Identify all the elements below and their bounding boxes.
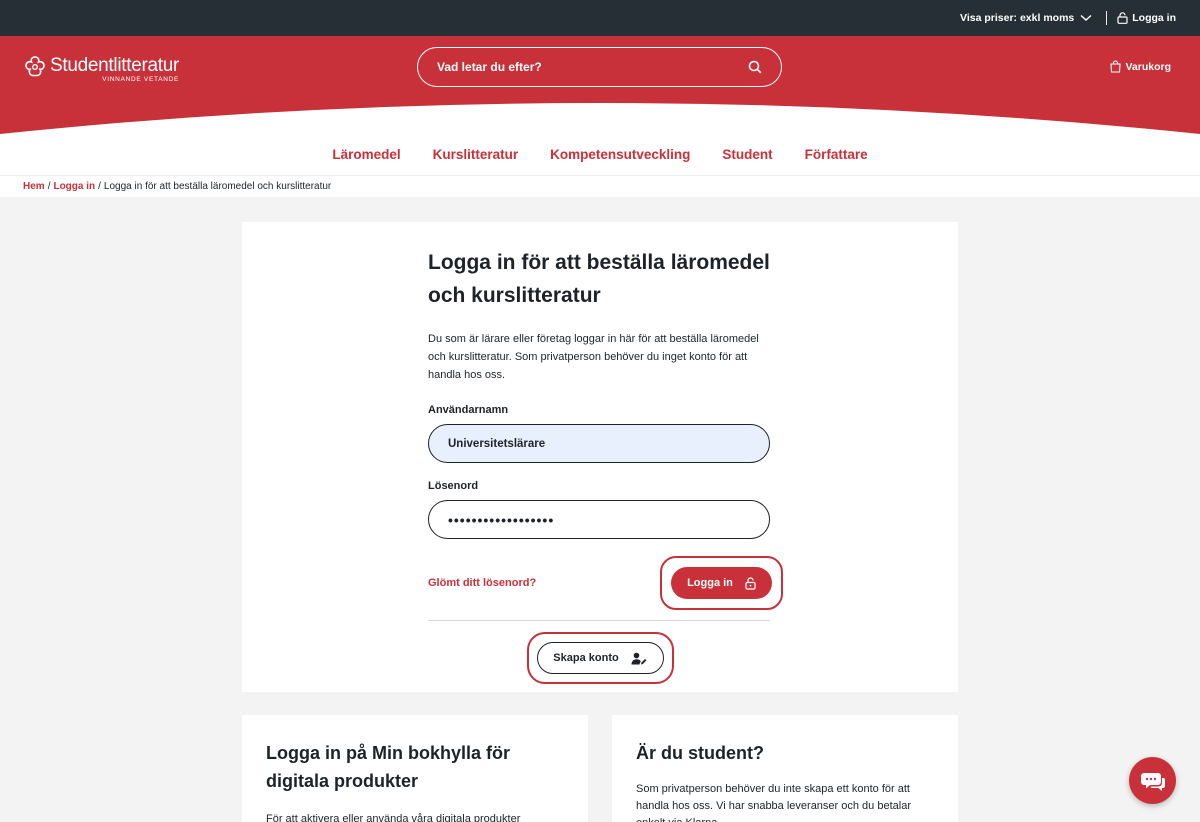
login-actions: Glömt ditt lösenord? Logga in <box>428 556 783 610</box>
site-logo[interactable]: Studentlitteratur VINNANDE VETANDE <box>23 55 179 83</box>
cart-link[interactable]: Varukorg <box>1110 60 1171 73</box>
top-bar: Visa priser: exkl moms Logga in <box>0 0 1200 36</box>
login-intro: Du som är lärare eller företag loggar in… <box>428 333 759 381</box>
login-title: Logga in för att beställa läromedel och … <box>428 251 770 307</box>
password-field[interactable]: •••••••••••••••••• <box>428 500 770 539</box>
chat-button[interactable] <box>1129 757 1176 804</box>
breadcrumb-login[interactable]: Logga in <box>53 181 95 192</box>
breadcrumb-separator: / <box>98 181 101 192</box>
lock-icon <box>1117 12 1128 24</box>
login-button-label: Logga in <box>687 577 733 589</box>
nav-laromedel[interactable]: Läromedel <box>332 147 400 162</box>
logo-tagline: VINNANDE VETANDE <box>102 76 180 83</box>
login-card: Logga in för att beställa läromedel och … <box>242 222 958 692</box>
form-divider <box>428 620 770 621</box>
shopping-bag-icon <box>1110 60 1122 73</box>
top-login-label: Logga in <box>1132 12 1176 24</box>
create-button-highlight: Skapa konto <box>526 632 674 684</box>
top-login-link[interactable]: Logga in <box>1117 12 1176 24</box>
chevron-down-icon <box>1080 14 1092 21</box>
username-label: Användarnamn <box>428 404 509 416</box>
cart-label: Varukorg <box>1125 60 1171 73</box>
student-title: Är du student? <box>636 743 764 763</box>
create-account-button[interactable]: Skapa konto <box>536 642 664 674</box>
site-header: Studentlitteratur VINNANDE VETANDE Vad l… <box>0 36 1200 134</box>
nav-kurslitteratur[interactable]: Kurslitteratur <box>433 147 519 162</box>
min-bokhylla-title: Logga in på Min bokhylla för digitala pr… <box>266 743 511 791</box>
min-bokhylla-card: Logga in på Min bokhylla för digitala pr… <box>242 715 588 822</box>
search-icon[interactable] <box>748 60 762 74</box>
chat-bubbles-icon <box>1140 772 1165 791</box>
student-text: Som privatperson behöver du inte skapa e… <box>636 783 911 822</box>
username-field[interactable]: Universitetslärare <box>428 424 770 463</box>
create-account-label: Skapa konto <box>553 652 619 664</box>
user-edit-icon <box>631 652 647 664</box>
login-button[interactable]: Logga in <box>671 567 772 599</box>
create-account-area: Skapa konto <box>428 632 772 684</box>
nav-forfattare[interactable]: Författare <box>805 147 868 162</box>
breadcrumb-home[interactable]: Hem <box>23 181 45 192</box>
breadcrumb-current: Logga in för att beställa läromedel och … <box>103 181 332 192</box>
price-display-label: Visa priser: exkl moms <box>960 12 1075 24</box>
main-navigation: Läromedel Kurslitteratur Kompetensutveck… <box>0 134 1200 175</box>
divider <box>1106 11 1108 25</box>
lock-icon <box>745 576 756 590</box>
search-input[interactable]: Vad letar du efter? <box>417 47 782 87</box>
price-display-toggle[interactable]: Visa priser: exkl moms <box>960 12 1092 24</box>
password-label: Lösenord <box>428 480 479 492</box>
search-placeholder: Vad letar du efter? <box>437 60 542 74</box>
nav-student[interactable]: Student <box>722 147 772 162</box>
breadcrumb-separator: / <box>47 181 51 192</box>
forgot-password-link[interactable]: Glömt ditt lösenord? <box>428 577 536 589</box>
breadcrumb: Hem / Logga in / Logga in för att bestäl… <box>0 175 1200 197</box>
nav-kompetensutveckling[interactable]: Kompetensutveckling <box>550 147 690 162</box>
student-card: Är du student? Som privatperson behöver … <box>612 715 958 822</box>
login-button-highlight: Logga in <box>660 556 783 610</box>
login-form: Logga in för att beställa läromedel och … <box>428 222 783 684</box>
logo-icon <box>25 56 45 77</box>
logo-name: Studentlitteratur <box>50 55 180 76</box>
min-bokhylla-text: För att aktivera eller använda våra digi… <box>266 813 521 822</box>
